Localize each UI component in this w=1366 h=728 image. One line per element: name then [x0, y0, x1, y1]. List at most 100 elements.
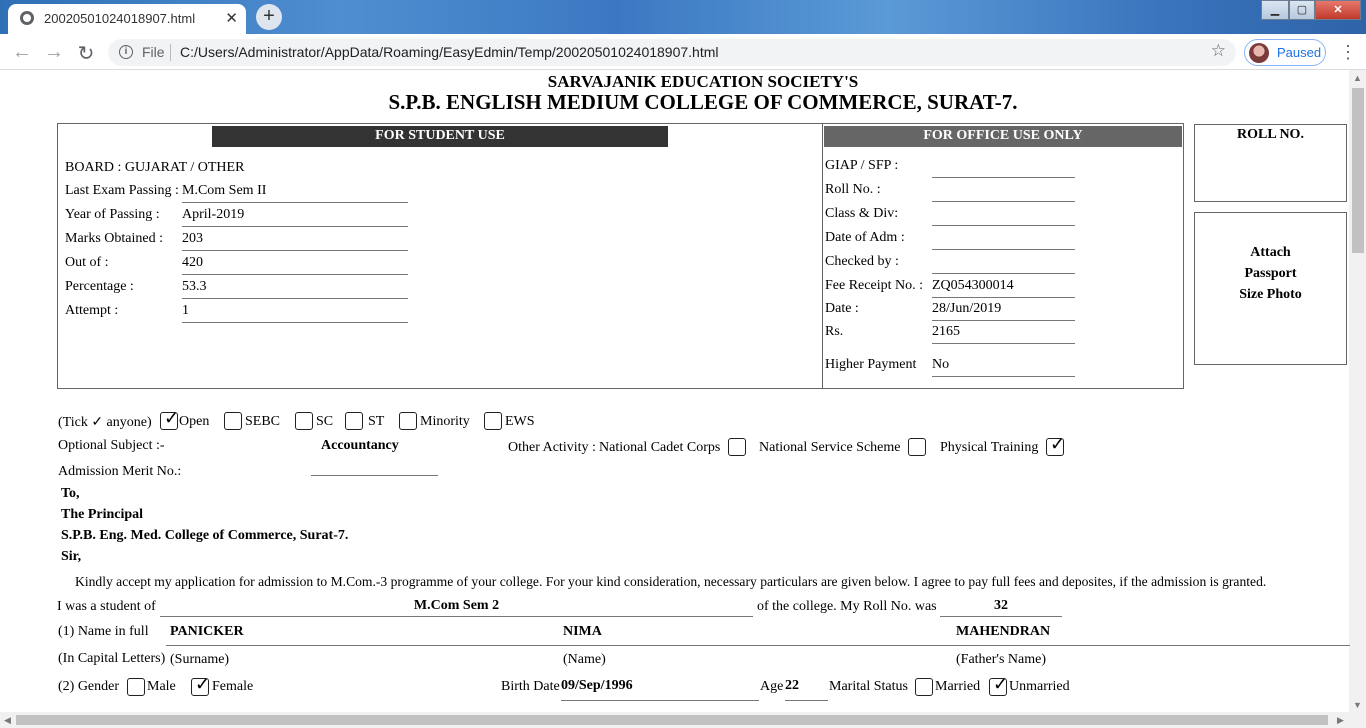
- society-name: SARVAJANIK EDUCATION SOCIETY'S: [547, 72, 859, 91]
- office-field-value: [932, 158, 1075, 178]
- surname-caption: (Surname): [170, 652, 230, 667]
- scroll-right-icon[interactable]: ▶: [1337, 715, 1344, 726]
- new-tab-button[interactable]: +: [256, 4, 282, 30]
- checkbox[interactable]: ✓: [160, 408, 179, 430]
- checkbox[interactable]: [728, 438, 746, 456]
- checkmark-icon: ✓: [993, 674, 1009, 694]
- checkbox-label: Female: [212, 679, 254, 694]
- checkbox-label: National Cadet Corps: [599, 440, 721, 455]
- address-url[interactable]: C:/Users/Administrator/AppData/Roaming/E…: [180, 44, 719, 60]
- gender-label: (2) Gender: [58, 679, 120, 694]
- checkmark-icon: ✓: [1050, 434, 1066, 454]
- browser-tab[interactable]: 20020501024018907.html ✕: [8, 4, 246, 34]
- first-name-caption: (Name): [563, 652, 606, 667]
- merit-label: Admission Merit No.:: [58, 464, 182, 479]
- field-value: 420: [182, 255, 408, 275]
- checkbox-label: ST: [368, 414, 385, 429]
- field-label: Year of Passing :: [65, 207, 160, 222]
- office-field-label: Roll No. :: [825, 182, 881, 197]
- principal-line: The Principal: [61, 507, 144, 522]
- marital-status-label: Marital Status: [829, 679, 908, 694]
- office-field-value: 28/Jun/2019: [932, 301, 1075, 321]
- father-name-caption: (Father's Name): [956, 652, 1046, 667]
- age-value: 22: [785, 678, 828, 701]
- office-field-value: 2165: [932, 324, 1075, 344]
- field-value: 53.3: [182, 279, 408, 299]
- first-name-value: NIMA: [563, 624, 602, 639]
- field-label: Attempt :: [65, 303, 119, 318]
- table-divider: [822, 124, 823, 388]
- office-field-label: Date of Adm :: [825, 230, 905, 245]
- forward-icon[interactable]: →: [42, 41, 66, 64]
- board-line: BOARD : GUJARAT / OTHER: [65, 160, 245, 175]
- sir-line: Sir,: [61, 549, 82, 564]
- office-field-value: No: [932, 357, 1075, 377]
- checkbox-label: SEBC: [245, 414, 281, 429]
- close-window-icon[interactable]: ✕: [1315, 0, 1361, 20]
- field-value: 1: [182, 303, 408, 323]
- optional-subject-label: Optional Subject :-: [58, 438, 165, 453]
- college-name: S.P.B. ENGLISH MEDIUM COLLEGE OF COMMERC…: [388, 90, 1018, 114]
- checkbox-label: National Service Scheme: [759, 440, 901, 455]
- scroll-down-icon[interactable]: ▼: [1353, 700, 1362, 710]
- address-prefix: File: [142, 44, 165, 60]
- scroll-left-icon[interactable]: ◀: [4, 715, 11, 726]
- horizontal-scroll-thumb[interactable]: [16, 715, 1328, 725]
- checkbox[interactable]: [127, 678, 145, 696]
- photo-line-3: Size Photo: [1239, 287, 1302, 302]
- roll-no-label: ROLL NO.: [1237, 127, 1304, 142]
- office-field-label: Date :: [825, 301, 859, 316]
- tab-title: 20020501024018907.html: [44, 11, 196, 26]
- checkbox-label: Male: [147, 679, 176, 694]
- bookmark-star-icon[interactable]: ☆: [1211, 41, 1226, 61]
- office-field-label: Class & Div:: [825, 206, 899, 221]
- close-tab-icon[interactable]: ✕: [225, 9, 238, 27]
- profile-status: Paused: [1277, 45, 1322, 60]
- surname-value: PANICKER: [170, 624, 244, 639]
- checkbox[interactable]: [484, 412, 502, 430]
- checkbox[interactable]: [345, 412, 363, 430]
- checkbox[interactable]: ✓: [191, 674, 210, 696]
- address-bar[interactable]: i File C:/Users/Administrator/AppData/Ro…: [108, 39, 1236, 66]
- field-label: Marks Obtained :: [65, 231, 163, 246]
- photo-line-1: Attach: [1250, 245, 1291, 260]
- checkmark-icon: ✓: [195, 674, 211, 694]
- college-address-line: S.P.B. Eng. Med. College of Commerce, Su…: [61, 528, 349, 543]
- office-field-label: GIAP / SFP :: [825, 158, 899, 173]
- checkbox-label: Physical Training: [940, 440, 1039, 455]
- field-label: Out of :: [65, 255, 109, 270]
- other-activity-label: Other Activity :: [508, 440, 596, 455]
- category-prefix: (Tick ✓ anyone): [58, 415, 152, 430]
- checkbox[interactable]: ✓: [1046, 434, 1065, 456]
- student-of-value: M.Com Sem 2: [160, 598, 753, 617]
- back-icon[interactable]: ←: [10, 41, 34, 64]
- office-field-label: Fee Receipt No. :: [825, 278, 923, 293]
- office-field-value: [932, 230, 1075, 250]
- checkbox-label: Open: [179, 414, 210, 429]
- checkbox[interactable]: [295, 412, 313, 430]
- profile-button[interactable]: Paused: [1244, 39, 1326, 66]
- office-field-label: Higher Payment: [825, 357, 917, 372]
- name-label: (1) Name in full: [58, 624, 149, 639]
- field-value: M.Com Sem II: [182, 183, 408, 203]
- checkbox[interactable]: [915, 678, 933, 696]
- name-underline: [166, 645, 1350, 646]
- reload-icon[interactable]: ↻: [74, 41, 98, 66]
- checkbox-label: Unmarried: [1009, 679, 1070, 694]
- info-icon[interactable]: i: [119, 45, 133, 59]
- menu-dots-icon[interactable]: ⋮: [1338, 42, 1358, 63]
- checkbox[interactable]: [908, 438, 926, 456]
- to-line: To,: [61, 486, 80, 501]
- checkbox[interactable]: [224, 412, 242, 430]
- photo-line-2: Passport: [1244, 266, 1297, 281]
- office-use-heading: FOR OFFICE USE ONLY: [824, 126, 1182, 147]
- checkbox[interactable]: [399, 412, 417, 430]
- father-name-value: MAHENDRAN: [956, 624, 1051, 639]
- checkbox-label: EWS: [505, 414, 535, 429]
- checkbox-label: Minority: [420, 414, 470, 429]
- field-value: 203: [182, 231, 408, 251]
- checkbox[interactable]: ✓: [989, 674, 1008, 696]
- office-field-value: [932, 206, 1075, 226]
- minimize-icon[interactable]: ▁: [1261, 0, 1289, 20]
- maximize-icon[interactable]: ▢: [1289, 0, 1315, 20]
